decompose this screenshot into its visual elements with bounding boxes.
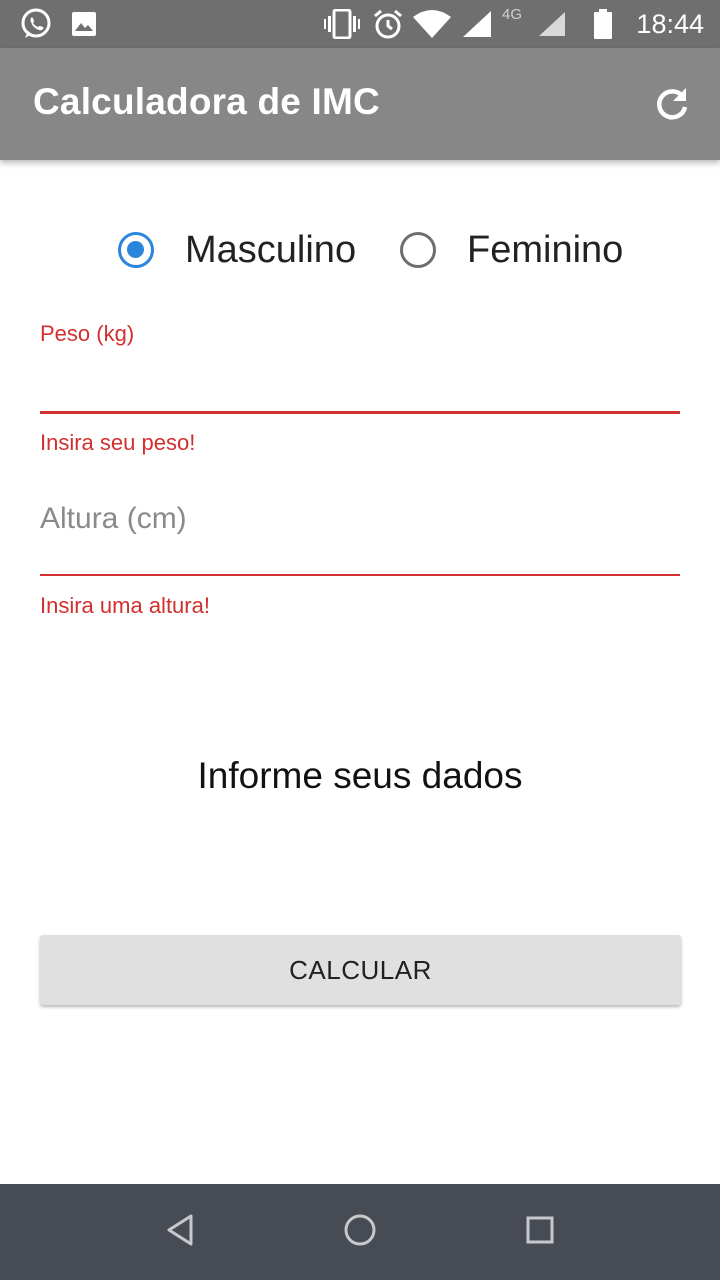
info-text: Informe seus dados — [197, 755, 523, 796]
signal-secondary-icon — [538, 8, 566, 40]
whatsapp-icon — [18, 8, 54, 40]
battery-icon — [592, 8, 614, 40]
status-bar: 4G 18:44 — [0, 0, 720, 48]
network-type-label: 4G — [502, 6, 523, 23]
recents-icon — [525, 1215, 555, 1250]
weight-error: Insira seu peso! — [40, 430, 196, 455]
calculate-button[interactable]: CALCULAR — [40, 935, 681, 1005]
weight-input[interactable] — [40, 352, 680, 408]
height-input[interactable] — [40, 494, 680, 544]
vibrate-icon — [324, 8, 360, 40]
recents-button[interactable] — [516, 1208, 564, 1256]
image-icon — [70, 8, 98, 40]
height-error: Insira uma altura! — [40, 593, 210, 618]
back-button[interactable] — [156, 1208, 204, 1256]
height-underline — [40, 574, 680, 576]
radio-unchecked-icon — [400, 232, 436, 268]
refresh-button[interactable] — [648, 82, 696, 130]
app-title: Calculadora de IMC — [33, 81, 380, 122]
wifi-icon — [412, 8, 452, 40]
weight-label: Peso (kg) — [40, 321, 135, 346]
radio-masculino[interactable]: Masculino — [118, 218, 356, 282]
home-button[interactable] — [336, 1208, 384, 1256]
home-icon — [343, 1213, 377, 1252]
radio-feminino[interactable]: Feminino — [400, 218, 623, 282]
radio-label-masculino: Masculino — [185, 228, 357, 271]
gender-radio-group: Masculino Feminino — [0, 218, 720, 282]
radio-checked-icon — [118, 232, 154, 268]
status-time: 18:44 — [636, 9, 704, 39]
back-icon — [165, 1213, 195, 1252]
alarm-icon — [372, 8, 404, 40]
radio-label-feminino: Feminino — [467, 228, 624, 271]
navigation-bar — [0, 1184, 720, 1280]
screen: 4G 18:44 Calculadora de IMC Masculino Fe… — [0, 0, 720, 1280]
signal-icon — [462, 8, 492, 40]
app-bar: Calculadora de IMC — [0, 48, 720, 160]
weight-underline — [40, 411, 680, 414]
refresh-icon — [654, 86, 690, 127]
